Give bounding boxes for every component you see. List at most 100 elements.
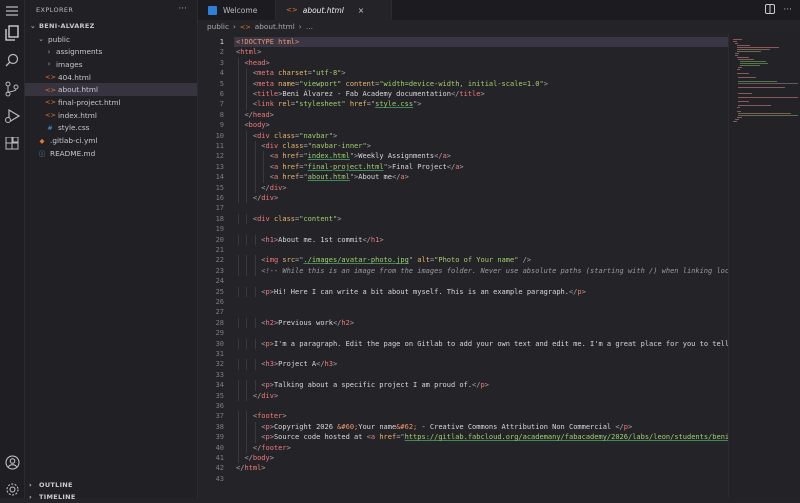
search-icon[interactable] — [3, 51, 21, 69]
breadcrumb-folder[interactable]: public — [207, 22, 229, 31]
source-control-icon[interactable] — [3, 80, 21, 98]
indent-guide — [246, 151, 248, 162]
run-debug-icon[interactable] — [3, 107, 21, 125]
code-line[interactable]: <p>Copyright 2026 &#60;Your name&#62; - … — [236, 422, 632, 432]
code-token: About me — [358, 173, 392, 182]
code-token: href — [379, 433, 397, 442]
tab-bar: Welcome <> about.html × ··· — [198, 0, 800, 20]
tab-about-html[interactable]: <> about.html × — [276, 0, 392, 20]
code-line[interactable]: <head> — [236, 58, 269, 68]
code-line[interactable]: </head> — [236, 110, 274, 120]
indent-guide — [238, 182, 239, 193]
code-line[interactable]: <a href="about.html">About me</a> — [236, 172, 409, 182]
chevron-right-icon: › — [29, 481, 32, 489]
code-token: src — [282, 256, 296, 265]
current-line-highlight — [234, 37, 728, 48]
indent-guide — [246, 265, 248, 277]
timeline-section[interactable]: › TIMELINE — [25, 491, 198, 503]
tree-item-readme-md[interactable]: ⓘ README.md — [25, 147, 197, 160]
code-line[interactable]: </footer> — [236, 443, 291, 453]
code-line[interactable]: <html> — [236, 47, 261, 57]
explorer-more-button[interactable]: ··· — [178, 4, 187, 14]
tree-item-public[interactable]: ⌄ public — [25, 33, 197, 46]
workspace-root[interactable]: ⌄ BENI-ALVAREZ — [25, 20, 197, 33]
code-line[interactable]: <img src="./images/avatar-photo.jpg" alt… — [236, 255, 531, 265]
tree-item-gitlab-ci-yml[interactable]: ◆ .gitlab-ci.yml — [25, 134, 197, 147]
tree-item-style-css[interactable]: # style.css — [25, 122, 197, 135]
code-line[interactable]: </html> — [236, 463, 266, 473]
code-token: ./images/avatar-photo.jpg — [303, 256, 409, 265]
indent-guide — [246, 421, 248, 433]
code-line[interactable]: <div class="content"> — [236, 214, 342, 224]
code-line[interactable]: <p>Hi! Here I can write a bit about myse… — [236, 287, 586, 297]
settings-gear-icon[interactable] — [3, 480, 21, 498]
indent-guide — [238, 161, 239, 173]
tree-item-index-html[interactable]: <> index.html — [25, 109, 197, 122]
split-editor-icon[interactable] — [765, 3, 776, 17]
code-line[interactable]: <body> — [236, 120, 269, 130]
close-icon[interactable]: × — [358, 6, 364, 15]
menu-icon[interactable] — [3, 2, 21, 20]
code-token: charset — [278, 69, 308, 78]
more-actions-icon[interactable]: ··· — [783, 5, 792, 15]
code-line[interactable]: <meta charset="utf-8"> — [236, 68, 346, 78]
code-editor[interactable]: 1 <!DOCTYPE html> 2 <html> 3 <head> 4 <meta c… — [198, 33, 728, 498]
code-line[interactable]: <a href="final-project.html">Final Proje… — [236, 162, 464, 172]
code-line[interactable]: </body> — [236, 453, 274, 463]
code-line[interactable]: <!DOCTYPE html> — [236, 37, 299, 47]
code-line[interactable]: <p>Talking about a specific project I am… — [236, 380, 489, 390]
code-line[interactable]: <h2>Previous work</h2> — [236, 318, 354, 328]
code-line[interactable]: <meta name="viewport" content="width=dev… — [236, 79, 548, 89]
code-line[interactable]: <div class="navbar-inner"> — [236, 141, 371, 151]
tree-item-404-html[interactable]: <> 404.html — [25, 71, 197, 84]
code-line[interactable]: </div> — [236, 193, 278, 203]
extensions-icon[interactable] — [3, 135, 21, 153]
code-line[interactable]: <!-- While this is an image from the ima… — [236, 266, 728, 276]
code-token: > — [269, 454, 274, 462]
code-token: Weekly Assignments — [358, 152, 435, 161]
html-file-icon: <> — [45, 98, 56, 107]
code-token: > — [269, 110, 274, 119]
account-icon[interactable] — [3, 453, 21, 471]
minimap[interactable] — [728, 33, 800, 498]
outline-section[interactable]: › OUTLINE — [25, 479, 198, 491]
code-line[interactable]: </div> — [236, 391, 278, 401]
breadcrumb-file[interactable]: about.html — [255, 22, 295, 31]
code-line[interactable]: <h3>Project A</h3> — [236, 359, 337, 369]
code-line[interactable]: <p>Source code hosted at <a href="https:… — [236, 432, 728, 442]
minimap-line — [736, 69, 741, 70]
code-line[interactable]: <title>Beni Álvarez - Fab Academy docume… — [236, 89, 485, 99]
line-number: 7 — [219, 100, 224, 109]
indent-guide — [246, 359, 248, 370]
code-line[interactable]: <footer> — [236, 411, 287, 421]
line-number: 1 — [219, 38, 224, 46]
indent-guide — [246, 380, 248, 391]
code-line[interactable]: <a href="index.html">Weekly Assignments<… — [236, 151, 451, 161]
tree-item-final-project-html[interactable]: <> final-project.html — [25, 96, 197, 109]
code-line[interactable]: <link rel="stylesheet" href="style.css"> — [236, 99, 422, 109]
line-number: 11 — [215, 142, 224, 150]
minimap-line — [736, 117, 742, 118]
indent-guide — [263, 172, 265, 183]
tree-item-images[interactable]: › images — [25, 58, 197, 71]
code-token: html — [240, 48, 258, 57]
line-number: 2 — [219, 48, 224, 57]
tree-item-about-html[interactable]: <> about.html — [25, 83, 197, 97]
code-line[interactable]: </div> — [236, 183, 286, 193]
files-icon[interactable] — [3, 24, 21, 42]
code-line[interactable]: <h1>About me. 1st commit</h1> — [236, 235, 383, 245]
indent-guide — [246, 286, 248, 297]
line-number: 32 — [215, 360, 224, 369]
breadcrumb-more[interactable]: … — [306, 22, 313, 31]
code-token: div — [261, 194, 274, 202]
line-number: 12 — [215, 152, 224, 161]
indent-guide — [254, 421, 256, 433]
indent-guide — [238, 317, 239, 329]
code-line[interactable]: <div class="navbar"> — [236, 131, 337, 141]
outline-label: OUTLINE — [39, 481, 73, 489]
code-line[interactable]: <p>I'm a paragraph. Edit the page on Git… — [236, 339, 728, 349]
tree-item-assignments[interactable]: › assignments — [25, 45, 197, 58]
tab-welcome[interactable]: Welcome — [198, 0, 276, 20]
